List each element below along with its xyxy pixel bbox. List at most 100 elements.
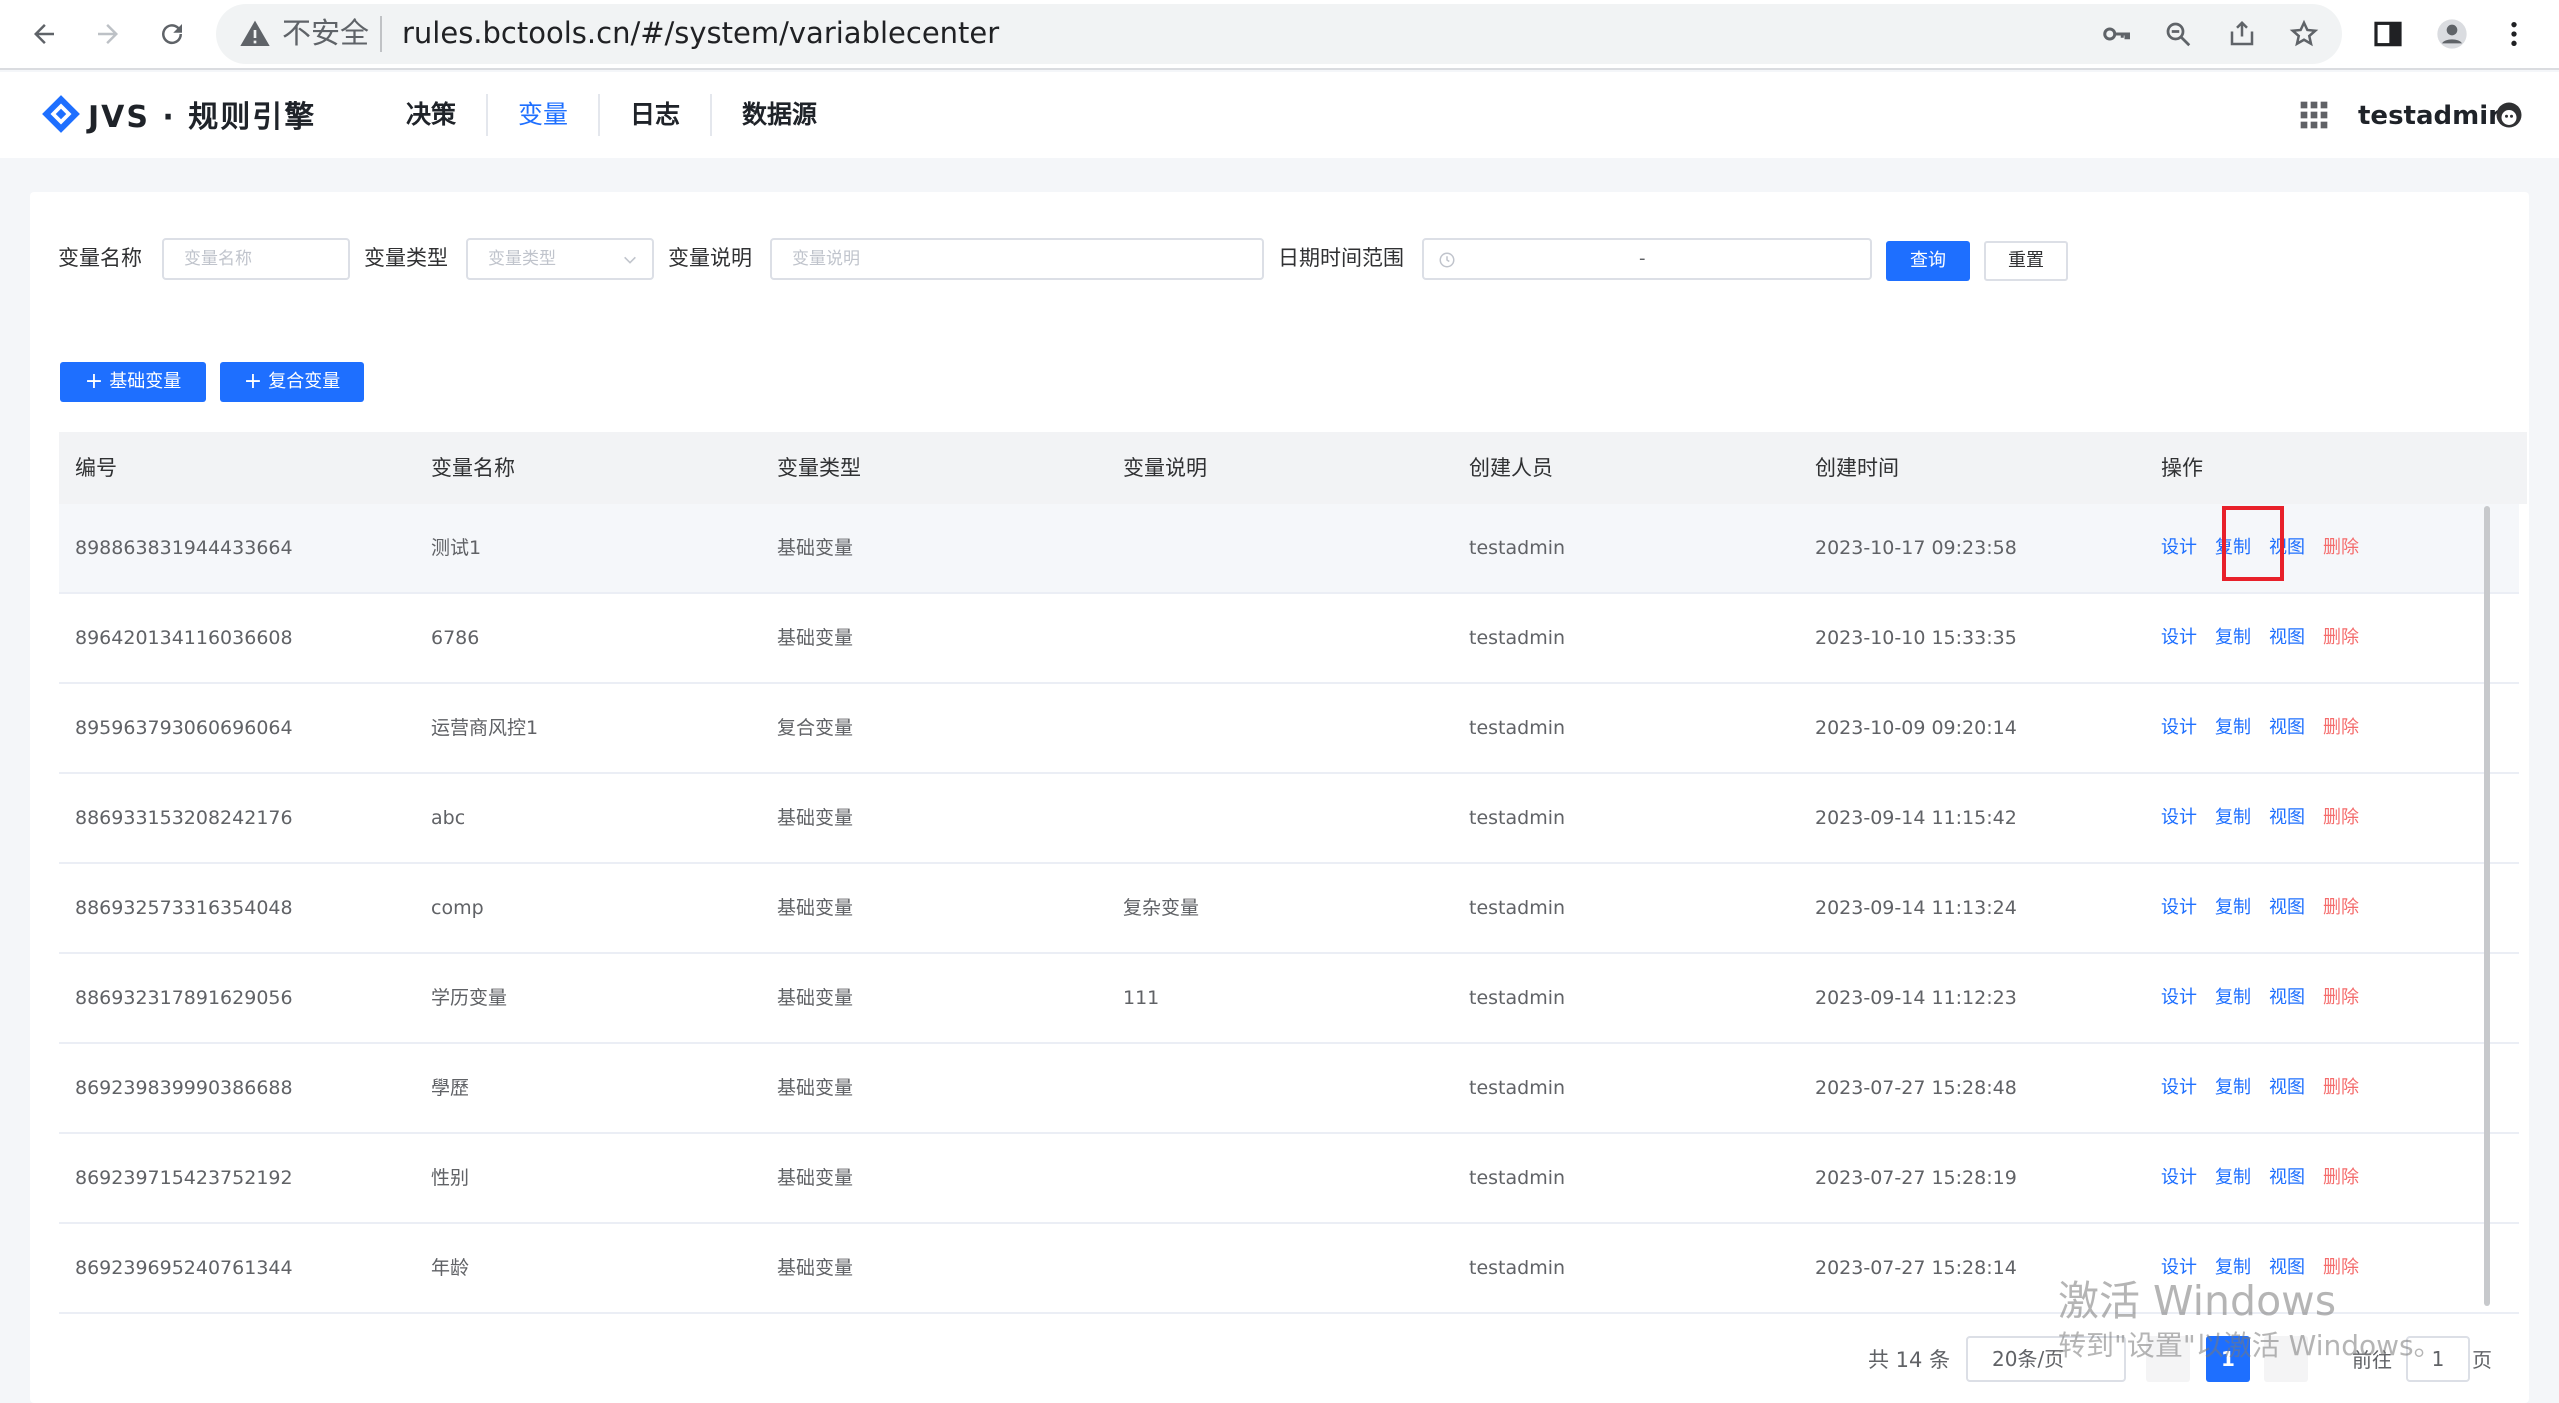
view-link[interactable]: 视图 <box>2269 954 2305 1042</box>
cell-type: 基础变量 <box>777 987 854 1009</box>
zoom-icon[interactable] <box>2158 14 2198 54</box>
forward-icon[interactable] <box>84 10 132 58</box>
copy-link[interactable]: 复制 <box>2215 1044 2251 1132</box>
page-size-value: 20条/页 <box>1992 1347 2065 1371</box>
copy-link[interactable]: 复制 <box>2215 684 2251 772</box>
reload-icon[interactable] <box>148 10 196 58</box>
cell-created: 2023-09-14 11:15:42 <box>1815 807 2017 829</box>
warning-icon[interactable] <box>238 18 272 50</box>
view-link[interactable]: 视图 <box>2269 864 2305 952</box>
delete-link[interactable]: 删除 <box>2323 774 2359 862</box>
design-link[interactable]: 设计 <box>2161 1044 2197 1132</box>
kebab-menu-icon[interactable] <box>2490 10 2538 58</box>
cell-created: 2023-09-14 11:12:23 <box>1815 987 2017 1009</box>
table-row: 895963793060696064 运营商风控1 复合变量 testadmin 202… <box>59 684 2519 774</box>
filter-date-label: 日期时间范围 <box>1278 246 1404 270</box>
copy-link[interactable]: 复制 <box>2215 774 2251 862</box>
cell-id: 869239715423752192 <box>75 1167 293 1189</box>
cell-id: 898863831944433664 <box>75 537 293 559</box>
column-type: 变量类型 <box>777 456 861 480</box>
cell-created: 2023-09-14 11:13:24 <box>1815 897 2017 919</box>
variable-panel: 变量名称 变量名称 变量类型 变量类型 变量说明 变量说明 日期时间范围 - 查… <box>30 192 2529 1403</box>
design-link[interactable]: 设计 <box>2161 1134 2197 1222</box>
cell-id: 869239695240761344 <box>75 1257 293 1279</box>
delete-link[interactable]: 删除 <box>2323 504 2359 592</box>
design-link[interactable]: 设计 <box>2161 864 2197 952</box>
cell-creator: testadmin <box>1469 1167 1566 1189</box>
delete-link[interactable]: 删除 <box>2323 684 2359 772</box>
cell-name: 6786 <box>431 627 480 649</box>
insecure-label[interactable]: 不安全 <box>282 12 369 54</box>
cell-id: 886933153208242176 <box>75 807 293 829</box>
design-link[interactable]: 设计 <box>2161 594 2197 682</box>
key-icon[interactable] <box>2096 14 2136 54</box>
variable-type-select[interactable]: 变量类型 <box>466 238 654 280</box>
url-text[interactable]: rules.bctools.cn/#/system/variablecenter <box>402 12 999 54</box>
design-link[interactable]: 设计 <box>2161 774 2197 862</box>
reset-button[interactable]: 重置 <box>1984 241 2068 281</box>
query-button[interactable]: 查询 <box>1886 241 1970 281</box>
nav-datasource[interactable]: 数据源 <box>712 94 847 136</box>
bookmark-star-icon[interactable] <box>2284 14 2324 54</box>
column-operations: 操作 <box>2161 456 2203 480</box>
filter-name-label: 变量名称 <box>58 246 142 270</box>
share-icon[interactable] <box>2222 14 2262 54</box>
nav-decision[interactable]: 决策 <box>376 94 489 136</box>
add-basic-variable-button[interactable]: + 基础变量 <box>60 362 206 402</box>
cell-creator: testadmin <box>1469 537 1566 559</box>
table-scrollbar[interactable] <box>2484 506 2490 1306</box>
side-panel-icon[interactable] <box>2364 10 2412 58</box>
delete-link[interactable]: 删除 <box>2323 1044 2359 1132</box>
variable-name-input[interactable]: 变量名称 <box>162 238 350 280</box>
browser-toolbar: 不安全 rules.bctools.cn/#/system/variablece… <box>0 0 2559 70</box>
date-range-picker[interactable]: - <box>1422 238 1872 280</box>
watermark-title: 激活 Windows <box>2058 1277 2337 1325</box>
design-link[interactable]: 设计 <box>2161 684 2197 772</box>
cell-desc: 复杂变量 <box>1123 897 1200 919</box>
nav-log[interactable]: 日志 <box>600 94 713 136</box>
table-row: 886932317891629056 学历变量 基础变量 111 testadmin 20… <box>59 954 2519 1044</box>
copy-link[interactable]: 复制 <box>2215 864 2251 952</box>
apps-grid-icon[interactable] <box>2298 99 2330 131</box>
column-id: 编号 <box>75 456 117 480</box>
url-divider <box>380 16 382 52</box>
copy-link[interactable]: 复制 <box>2215 1134 2251 1222</box>
watermark-subtitle: 转到"设置"以激活 Windows。 <box>2058 1329 2442 1362</box>
view-link[interactable]: 视图 <box>2269 1044 2305 1132</box>
view-link[interactable]: 视图 <box>2269 1134 2305 1222</box>
view-link[interactable]: 视图 <box>2269 684 2305 772</box>
variable-desc-input[interactable]: 变量说明 <box>770 238 1264 280</box>
address-bar[interactable]: 不安全 rules.bctools.cn/#/system/variablece… <box>216 4 2342 64</box>
design-link[interactable]: 设计 <box>2161 504 2197 592</box>
cell-created: 2023-07-27 15:28:19 <box>1815 1167 2017 1189</box>
cell-id: 869239839990386688 <box>75 1077 293 1099</box>
delete-link[interactable]: 删除 <box>2323 864 2359 952</box>
logo[interactable]: JVS · 规则引擎 <box>40 92 316 136</box>
avatar[interactable] <box>2494 100 2524 130</box>
delete-link[interactable]: 删除 <box>2323 1134 2359 1222</box>
add-composite-variable-button[interactable]: + 复合变量 <box>220 362 364 402</box>
top-navigation: 决策 变量 日志 数据源 <box>376 94 847 136</box>
add-basic-variable-label: 基础变量 <box>109 371 182 392</box>
copy-link[interactable]: 复制 <box>2215 954 2251 1042</box>
back-icon[interactable] <box>20 10 68 58</box>
nav-variable[interactable]: 变量 <box>488 94 601 136</box>
page-suffix: 页 <box>2472 1348 2492 1372</box>
column-desc: 变量说明 <box>1123 456 1207 480</box>
cell-creator: testadmin <box>1469 987 1566 1009</box>
delete-link[interactable]: 删除 <box>2323 594 2359 682</box>
cell-creator: testadmin <box>1469 897 1566 919</box>
delete-link[interactable]: 删除 <box>2323 954 2359 1042</box>
filter-type-label: 变量类型 <box>364 246 448 270</box>
cell-name: 学历变量 <box>431 987 508 1009</box>
profile-icon[interactable] <box>2428 10 2476 58</box>
cell-type: 基础变量 <box>777 897 854 919</box>
username[interactable]: testadmin <box>2358 96 2507 136</box>
view-link[interactable]: 视图 <box>2269 594 2305 682</box>
copy-link[interactable]: 复制 <box>2215 594 2251 682</box>
cell-desc: 111 <box>1123 987 1160 1009</box>
view-link[interactable]: 视图 <box>2269 774 2305 862</box>
table-row: 869239839990386688 學歷 基础变量 testadmin 2023-07… <box>59 1044 2519 1134</box>
design-link[interactable]: 设计 <box>2161 954 2197 1042</box>
cell-id: 886932317891629056 <box>75 987 293 1009</box>
